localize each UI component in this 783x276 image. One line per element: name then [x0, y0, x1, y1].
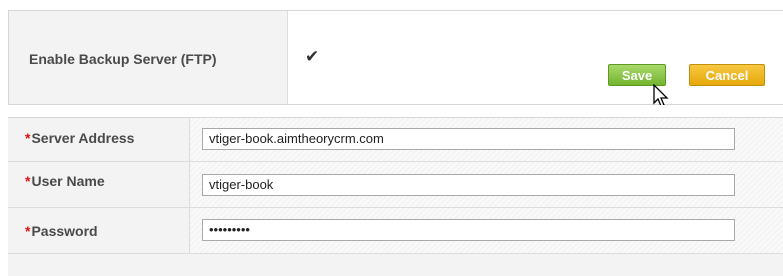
enable-backup-label: Enable Backup Server (FTP) [29, 51, 217, 67]
enable-backup-row: Enable Backup Server (FTP) ✔ Save Cancel [8, 10, 783, 107]
password-label-cell: *Password [8, 208, 190, 253]
section-gap [8, 105, 783, 117]
save-button[interactable]: Save [608, 64, 666, 86]
user-name-label-text: User Name [31, 173, 105, 189]
password-row: *Password ••••••••• [8, 208, 783, 254]
ftp-settings-form: *Server Address vtiger-book.aimtheorycrm… [8, 117, 783, 276]
server-address-label: *Server Address [25, 130, 134, 146]
server-address-value-cell: vtiger-book.aimtheorycrm.com [190, 118, 783, 161]
form-footer-strip [8, 254, 783, 276]
required-marker: * [25, 130, 31, 146]
user-name-row: *User Name vtiger-book [8, 162, 783, 208]
user-name-label: *User Name [25, 173, 105, 189]
user-name-value-cell: vtiger-book [190, 162, 783, 207]
server-address-input[interactable]: vtiger-book.aimtheorycrm.com [202, 128, 735, 150]
required-marker: * [25, 223, 31, 239]
password-value-cell: ••••••••• [190, 208, 783, 253]
enable-backup-checkbox[interactable]: ✔ [305, 47, 319, 67]
user-name-input[interactable]: vtiger-book [202, 174, 735, 196]
password-label-text: Password [31, 223, 98, 239]
backup-server-panel: Enable Backup Server (FTP) ✔ Save Cancel… [8, 10, 783, 276]
server-address-row: *Server Address vtiger-book.aimtheorycrm… [8, 118, 783, 162]
password-label: *Password [25, 223, 98, 239]
user-name-label-cell: *User Name [8, 162, 190, 207]
required-marker: * [25, 173, 31, 189]
cancel-button[interactable]: Cancel [689, 64, 765, 86]
password-input[interactable]: ••••••••• [202, 219, 735, 241]
server-address-label-cell: *Server Address [8, 118, 190, 161]
enable-backup-label-cell: Enable Backup Server (FTP) [9, 11, 288, 104]
server-address-label-text: Server Address [31, 130, 135, 146]
